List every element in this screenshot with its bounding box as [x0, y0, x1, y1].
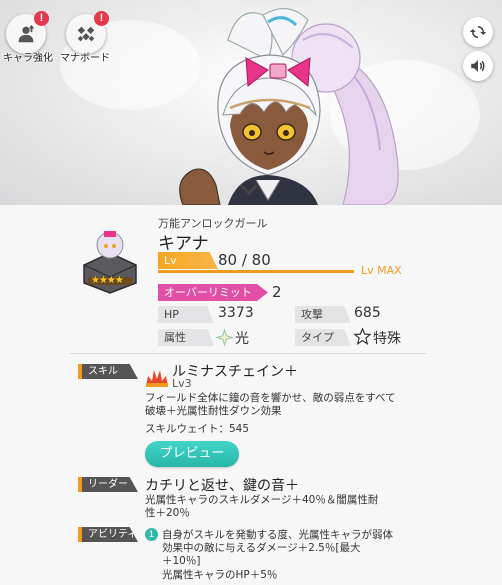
skill-burst-icon	[146, 370, 168, 387]
character-upgrade-icon	[18, 24, 35, 43]
speaker-icon	[471, 60, 485, 72]
voice-button[interactable]	[463, 51, 493, 81]
attribute-value: 光	[235, 331, 249, 347]
leader-skill-name: カチリと返せ、鍵の音＋	[145, 478, 299, 494]
overlimit-tag: オーバーリミット	[158, 284, 268, 301]
attack-label: 攻撃	[295, 306, 351, 323]
overlimit-value: 2	[272, 283, 282, 301]
skill-description-line: 破壊＋光属性耐性ダウン効果	[145, 405, 282, 417]
skill-description-line: フィールド全体に鐘の音を響かせ、敵の弱点をすべて	[145, 392, 396, 404]
section-divider	[70, 353, 426, 354]
alert-badge: !	[94, 11, 109, 26]
special-type-icon	[354, 328, 371, 345]
level-tag: Lv	[158, 252, 218, 269]
skill-weight: スキルウェイト：545	[145, 423, 250, 435]
level-max-label: Lv MAX	[361, 264, 402, 277]
ability-description-line: 自身がスキルを発動する度、光属性キャラが弱体	[162, 529, 393, 541]
leader-description-line: 性＋20％	[145, 507, 190, 519]
light-attribute-icon	[216, 329, 233, 346]
ability-number-badge: 1	[145, 528, 158, 541]
swap-view-button[interactable]	[463, 17, 493, 47]
mana-board-button[interactable]: !	[66, 11, 109, 54]
skill-level: Lv3	[172, 377, 192, 390]
character-hero: ! キャラ強化 ! マナボード	[0, 0, 502, 205]
ability-description-line: ＋10％]	[162, 555, 201, 567]
ability-description-line: 効果中の敵に与えるダメージ＋2.5％[最大	[162, 542, 361, 554]
leader-description-line: 光属性キャラのスキルダメージ＋40％＆闇属性耐	[145, 494, 379, 506]
refresh-icon	[469, 26, 487, 38]
level-progress-bar	[158, 270, 354, 273]
mana-board-icon	[77, 26, 95, 42]
hp-value: 3373	[218, 305, 254, 321]
character-illustration	[179, 8, 399, 205]
attack-value: 685	[354, 305, 381, 321]
leader-section-tag: リーダー	[78, 477, 138, 492]
level-value: 80 / 80	[218, 251, 271, 269]
ability-description-line: 光属性キャラのHP＋5％	[162, 569, 278, 581]
preview-button[interactable]: プレビュー	[145, 441, 239, 467]
chevron-down-icon[interactable]	[236, 180, 262, 200]
skill-section-tag: スキル	[78, 364, 138, 379]
rarity-stars: ★★★★	[91, 275, 124, 286]
chara-boost-label: キャラ強化	[3, 53, 53, 64]
chara-boost-button[interactable]: !	[6, 11, 49, 54]
attribute-label: 属性	[158, 329, 214, 346]
character-name: キアナ	[158, 234, 209, 254]
type-value: 特殊	[373, 331, 401, 347]
mana-board-label: マナボード	[60, 53, 110, 64]
alert-badge: !	[34, 11, 49, 26]
type-label: タイプ	[295, 329, 351, 346]
ability-section-tag: アビリティ	[78, 527, 138, 542]
hp-label: HP	[158, 306, 214, 323]
